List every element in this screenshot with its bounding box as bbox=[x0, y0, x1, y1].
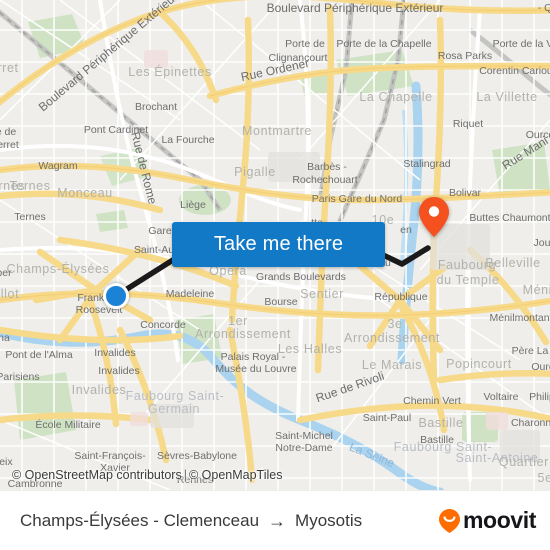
openmaptiles-attribution-link[interactable]: © OpenMapTiles bbox=[189, 468, 283, 482]
moovit-trip-page: Boulevard Périphérique Extérieur Boulevar… bbox=[0, 0, 550, 550]
moovit-wordmark: moovit bbox=[463, 507, 536, 533]
trip-origin-label: Champs-Élysées - Clemenceau bbox=[20, 510, 260, 530]
trip-summary: Champs-Élysées - Clemenceau → Myosotis bbox=[20, 511, 362, 531]
trip-destination-label: Myosotis bbox=[295, 510, 363, 530]
moovit-pin-icon bbox=[439, 508, 460, 533]
origin-marker[interactable] bbox=[103, 283, 129, 309]
destination-marker[interactable] bbox=[418, 196, 450, 243]
attribution-separator: | bbox=[183, 468, 187, 482]
take-me-there-button[interactable]: Take me there bbox=[172, 222, 385, 267]
arrow-right-icon: → bbox=[268, 510, 287, 531]
map-canvas[interactable]: Boulevard Périphérique Extérieur Boulevar… bbox=[0, 0, 550, 490]
moovit-logo[interactable]: moovit bbox=[437, 508, 536, 534]
osm-attribution-link[interactable]: © OpenStreetMap contributors bbox=[12, 468, 182, 482]
trip-footer: Champs-Élysées - Clemenceau → Myosotis m… bbox=[0, 490, 550, 550]
map-attribution: © OpenStreetMap contributors | © OpenMapTi… bbox=[12, 468, 282, 482]
